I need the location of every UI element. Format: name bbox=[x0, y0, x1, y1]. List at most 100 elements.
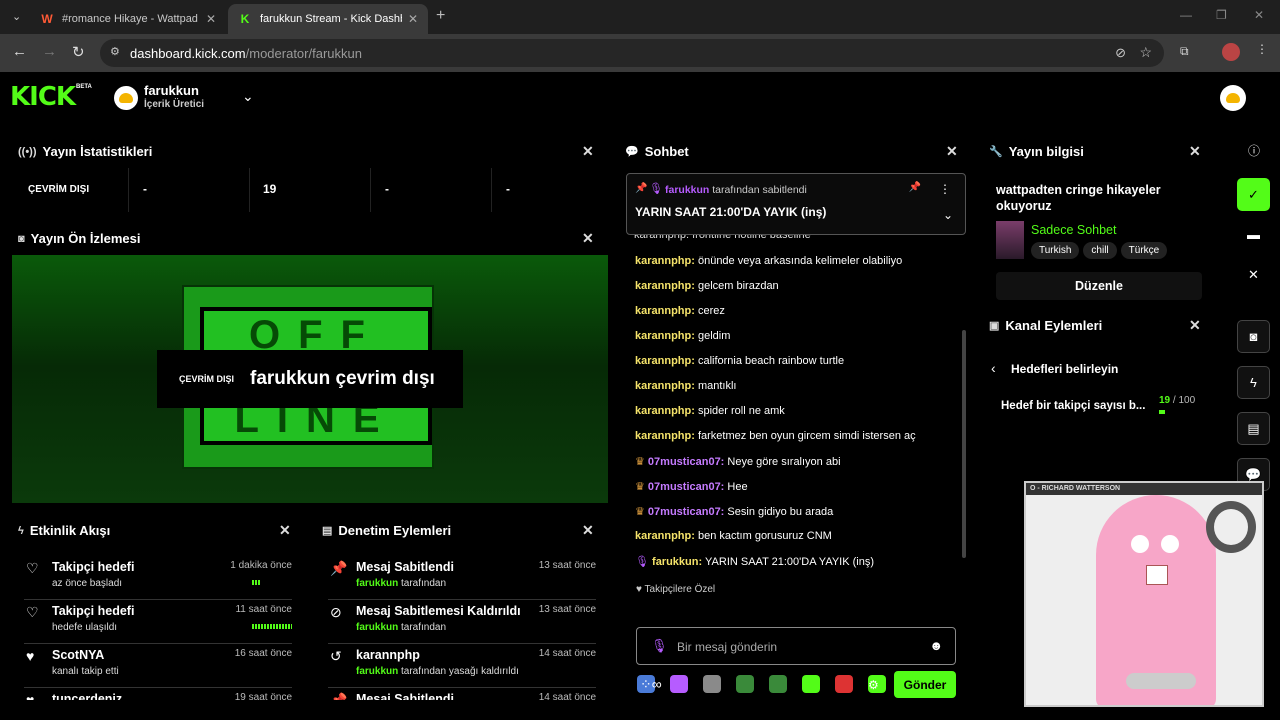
emoji-icon[interactable]: ☻ bbox=[929, 638, 943, 653]
camera-icon[interactable]: ◙ bbox=[1237, 320, 1270, 353]
edit-button[interactable]: Düzenle bbox=[996, 272, 1202, 300]
back-chevron-icon[interactable]: ‹ bbox=[991, 360, 996, 376]
close-stream-info-icon[interactable]: ✕ bbox=[1189, 143, 1201, 160]
chat-message[interactable]: karannphp: ben kactım gorusuruz CNM bbox=[635, 530, 832, 542]
points-icon[interactable]: ⁘∞ bbox=[640, 676, 662, 693]
chat-username[interactable]: karannphp: bbox=[635, 280, 695, 292]
tag[interactable]: Turkish bbox=[1031, 242, 1080, 259]
emote-icon[interactable] bbox=[670, 675, 688, 693]
document-icon[interactable]: ▤ bbox=[1237, 412, 1270, 445]
activity-row[interactable]: ♥ tuncerdeniz 19 saat önce bbox=[24, 688, 292, 700]
back-icon[interactable]: ← bbox=[12, 43, 27, 60]
tag[interactable]: chill bbox=[1083, 242, 1117, 259]
moderation-row[interactable]: ↺ karannphp farukkun tarafından yasağı k… bbox=[328, 644, 596, 688]
kick-logo[interactable]: KICK bbox=[10, 82, 76, 112]
maximize-icon[interactable]: ❐ bbox=[1216, 8, 1227, 22]
bolt-icon[interactable]: ϟ bbox=[1237, 366, 1270, 399]
pinned-message[interactable]: 📌 🎙 farukkun tarafından sabitlendi YARIN… bbox=[626, 173, 966, 235]
stream-preview[interactable]: OFF LINE ÇEVRİM DIŞI farukkun çevrim dış… bbox=[12, 255, 608, 503]
chat-message[interactable]: karannphp: farketmez ben oyun gircem sim… bbox=[635, 430, 916, 442]
close-channel-actions-icon[interactable]: ✕ bbox=[1189, 317, 1201, 334]
activity-row[interactable]: ♡ Takipçi hedefi az önce başladı 1 dakik… bbox=[24, 556, 292, 600]
emote-icon[interactable] bbox=[736, 675, 754, 693]
new-tab-icon[interactable]: + bbox=[436, 7, 445, 25]
send-button[interactable]: Gönder bbox=[894, 671, 956, 698]
chevron-down-icon[interactable]: ⌄ bbox=[943, 208, 953, 222]
channel-avatar[interactable] bbox=[114, 86, 138, 110]
category-name[interactable]: Sadece Sohbet bbox=[1031, 223, 1117, 237]
chat-message[interactable]: ♛ 07mustican07: Neye göre sıralıyon abi bbox=[635, 455, 841, 468]
forward-icon[interactable]: → bbox=[42, 43, 57, 60]
close-stats-icon[interactable]: ✕ bbox=[582, 143, 594, 160]
layout-icon[interactable]: ▬ bbox=[1237, 218, 1270, 251]
chat-username[interactable]: 07mustican07: bbox=[648, 456, 724, 468]
user-avatar[interactable] bbox=[1220, 85, 1246, 111]
minimize-icon[interactable]: — bbox=[1180, 8, 1192, 22]
tab-wattpad[interactable]: W #romance Hikaye - Wattpad ✕ bbox=[30, 4, 226, 34]
close-tab-icon[interactable]: ✕ bbox=[408, 12, 418, 26]
chat-username[interactable]: karannphp: bbox=[635, 330, 695, 342]
close-preview-icon[interactable]: ✕ bbox=[582, 230, 594, 247]
emote-icon[interactable] bbox=[835, 675, 853, 693]
category-thumbnail[interactable] bbox=[996, 221, 1024, 259]
bookmark-star-icon[interactable]: ☆ bbox=[1139, 44, 1152, 61]
chat-message[interactable]: karannphp: gelcem birazdan bbox=[635, 280, 779, 292]
eye-off-icon[interactable]: ⊘ bbox=[1115, 45, 1126, 61]
chat-username[interactable]: karannphp: bbox=[635, 305, 695, 317]
site-info-icon[interactable]: ⚙ bbox=[110, 45, 120, 58]
moderation-row[interactable]: 📌 Mesaj Sabitlendi farukkun tarafından 1… bbox=[328, 556, 596, 600]
menu-icon[interactable]: ⋮ bbox=[1256, 42, 1268, 56]
extensions-icon[interactable]: ⧉ bbox=[1180, 44, 1189, 59]
chat-message[interactable]: karannphp: geldim bbox=[635, 330, 730, 342]
close-tab-icon[interactable]: ✕ bbox=[206, 12, 216, 26]
unpin-button-icon[interactable]: 📌 bbox=[909, 182, 921, 193]
moderator-name[interactable]: farukkun bbox=[356, 578, 398, 589]
emote-icon[interactable] bbox=[703, 675, 721, 693]
moderation-row[interactable]: ⊘ Mesaj Sabitlemesi Kaldırıldı farukkun … bbox=[328, 600, 596, 644]
more-options-icon[interactable]: ⋮ bbox=[939, 182, 951, 196]
close-window-icon[interactable]: ✕ bbox=[1254, 8, 1264, 22]
chat-message[interactable]: karannphp: cerez bbox=[635, 305, 725, 317]
chat-message[interactable]: karannphp: california beach rainbow turt… bbox=[635, 355, 844, 367]
chat-username[interactable]: karannphp: bbox=[635, 405, 695, 417]
picture-in-picture-video[interactable]: O - RICHARD WATTERSON bbox=[1024, 481, 1264, 707]
close-moderation-icon[interactable]: ✕ bbox=[582, 522, 594, 539]
chat-username[interactable]: 07mustican07: bbox=[648, 506, 724, 518]
chat-scrollbar[interactable] bbox=[962, 330, 966, 558]
chat-username[interactable]: karannphp: bbox=[635, 355, 695, 367]
chat-username[interactable]: farukkun: bbox=[652, 556, 702, 568]
chat-message[interactable]: karannphp: önünde veya arkasında kelimel… bbox=[635, 255, 902, 267]
reload-icon[interactable]: ↻ bbox=[72, 43, 85, 61]
close-icon[interactable]: ✕ bbox=[1237, 258, 1270, 291]
chat-username[interactable]: karannphp: bbox=[635, 380, 695, 392]
moderator-name[interactable]: farukkun bbox=[356, 666, 398, 677]
chat-username[interactable]: 07mustican07: bbox=[648, 481, 724, 493]
chat-username[interactable]: karannphp: bbox=[635, 255, 695, 267]
tab-search-icon[interactable]: ⌄ bbox=[12, 10, 21, 23]
close-activity-icon[interactable]: ✕ bbox=[279, 522, 291, 539]
pinned-by-user[interactable]: farukkun bbox=[665, 184, 709, 196]
emote-icon[interactable] bbox=[802, 675, 820, 693]
chat-message[interactable]: karannphp: spider roll ne amk bbox=[635, 405, 785, 417]
info-icon[interactable]: ⓘ bbox=[1248, 142, 1260, 159]
chat-input[interactable]: 🎙 Bir mesaj gönderin ☻ bbox=[636, 627, 956, 665]
chat-message[interactable]: ♛ 07mustican07: Sesin gidiyo bu arada bbox=[635, 505, 833, 518]
goal-label[interactable]: Hedef bir takipçi sayısı b... bbox=[1001, 400, 1145, 412]
moderator-name[interactable]: farukkun bbox=[356, 622, 398, 633]
chat-message[interactable]: 🎙 farukkun: YARIN SAAT 21:00'DA YAYIK (i… bbox=[635, 555, 874, 568]
chat-username[interactable]: karannphp: bbox=[635, 430, 695, 442]
address-bar[interactable]: ⚙ dashboard.kick.com/moderator/farukkun … bbox=[100, 39, 1164, 67]
tab-kick[interactable]: K farukkun Stream - Kick Dashbo ✕ bbox=[228, 4, 428, 34]
tag[interactable]: Türkçe bbox=[1120, 242, 1168, 259]
chat-message[interactable]: ♛ 07mustican07: Hee bbox=[635, 480, 748, 493]
settings-gear-icon[interactable]: ⚙ bbox=[868, 678, 879, 692]
check-icon[interactable]: ✓ bbox=[1237, 178, 1270, 211]
moderation-row[interactable]: 📌 Mesaj Sabitlendi 14 saat önce bbox=[328, 688, 596, 700]
profile-avatar[interactable] bbox=[1222, 43, 1240, 61]
channel-switch-chevron-icon[interactable]: ⌄ bbox=[242, 88, 254, 105]
chat-message[interactable]: karannphp: mantıklı bbox=[635, 380, 736, 392]
close-chat-icon[interactable]: ✕ bbox=[946, 143, 958, 160]
activity-row[interactable]: ♡ Takipçi hedefi hedefe ulaşıldı 11 saat… bbox=[24, 600, 292, 644]
emote-icon[interactable] bbox=[769, 675, 787, 693]
chat-username[interactable]: karannphp: bbox=[635, 530, 695, 542]
